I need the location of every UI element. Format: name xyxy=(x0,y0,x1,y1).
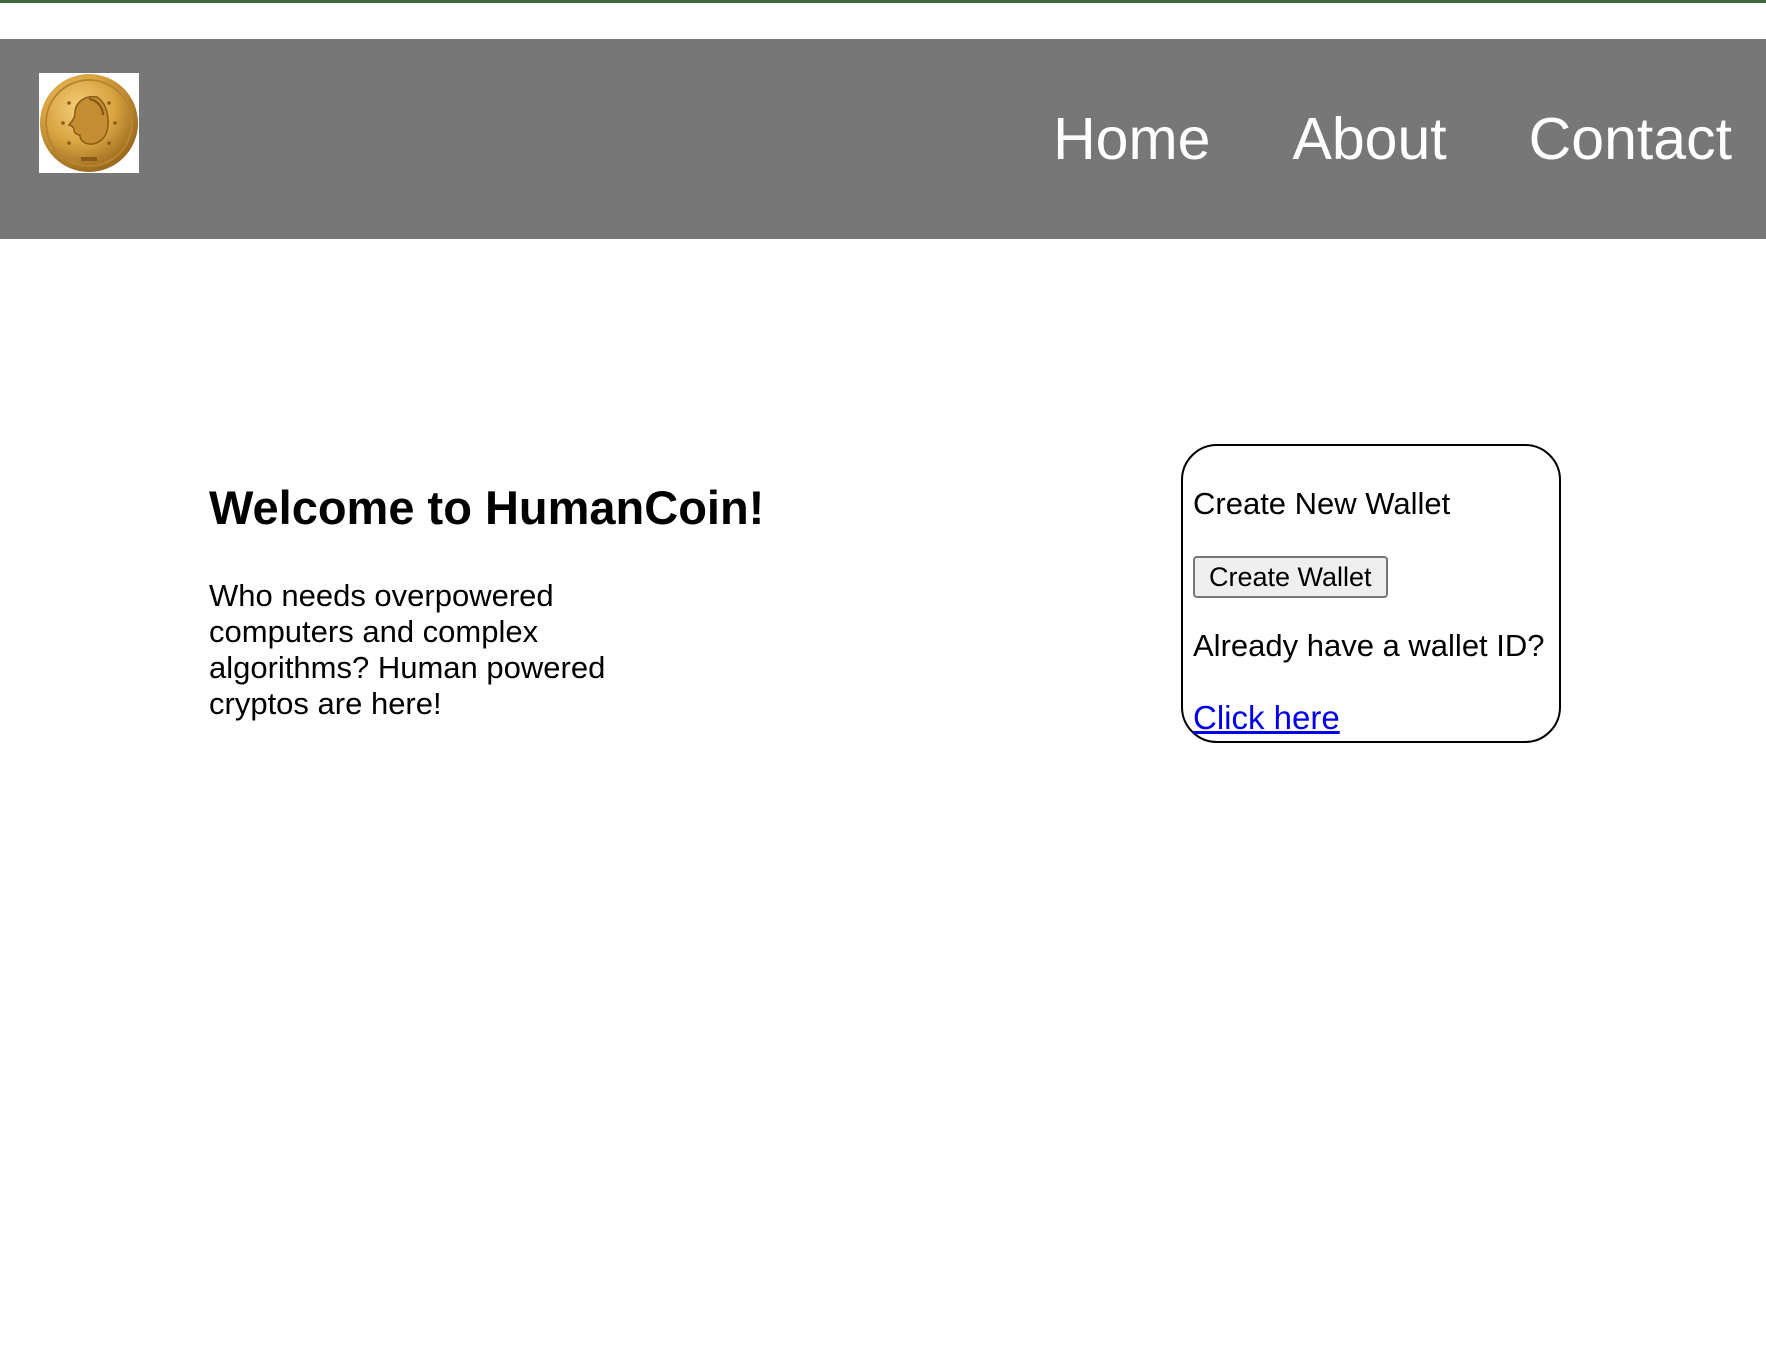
wallet-card: Create New Wallet Create Wallet Already … xyxy=(1181,444,1561,743)
nav-link-contact[interactable]: Contact xyxy=(1529,109,1732,169)
existing-wallet-link[interactable]: Click here xyxy=(1193,699,1340,737)
hero-description: Who needs overpowered computers and comp… xyxy=(209,578,606,722)
existing-wallet-prompt: Already have a wallet ID? xyxy=(1193,628,1545,663)
create-wallet-heading: Create New Wallet xyxy=(1193,486,1451,521)
page-title: Welcome to HumanCoin! xyxy=(209,481,765,534)
coin-logo[interactable] xyxy=(39,73,139,173)
nav-link-about[interactable]: About xyxy=(1292,109,1446,169)
gold-coin-logo-icon xyxy=(40,74,138,172)
navbar: Home About Contact xyxy=(0,39,1766,239)
create-wallet-button[interactable]: Create Wallet xyxy=(1193,556,1388,598)
top-border-line xyxy=(0,0,1766,3)
nav-links: Home About Contact xyxy=(1053,39,1732,239)
hero-section: Welcome to HumanCoin! Who needs overpowe… xyxy=(209,480,765,722)
nav-link-home[interactable]: Home xyxy=(1053,109,1210,169)
